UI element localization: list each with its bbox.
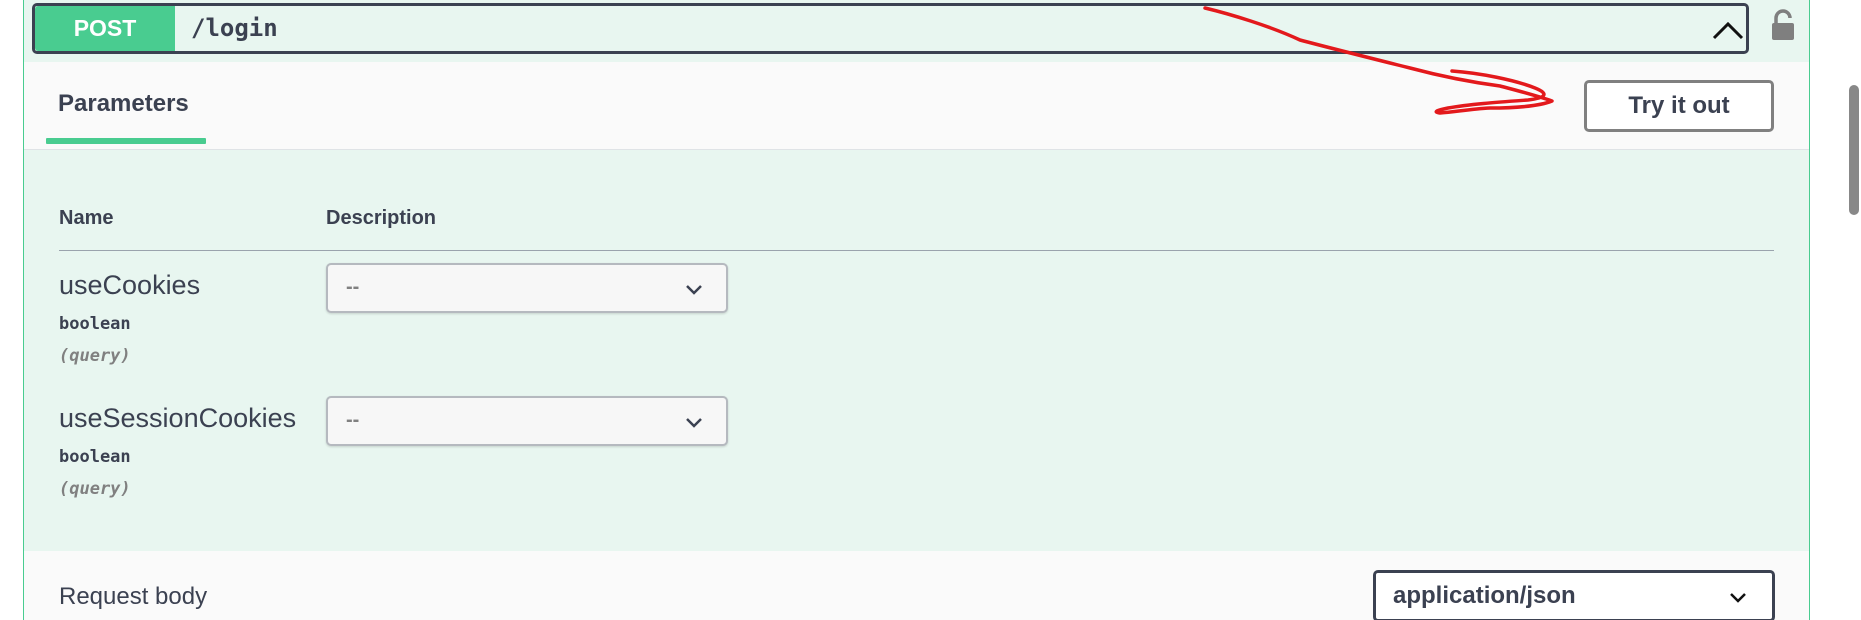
tab-parameters[interactable]: Parameters: [46, 62, 201, 146]
parameter-location: (query): [59, 479, 131, 499]
chevron-down-icon: [686, 418, 702, 428]
parameter-name: useSessionCookies: [59, 403, 297, 433]
parameter-type: boolean: [59, 447, 131, 467]
scrollbar-thumb[interactable]: [1849, 85, 1859, 215]
request-body-label: Request body: [59, 583, 208, 610]
table-row: useCookies boolean (query) --: [59, 263, 1774, 390]
http-method-badge: POST: [35, 6, 175, 51]
chevron-down-icon: [1730, 593, 1746, 603]
parameters-section-header: Parameters: [24, 62, 1809, 150]
select-value: --: [346, 409, 360, 431]
parameter-type: boolean: [59, 314, 131, 334]
endpoint-path: /login: [191, 14, 278, 42]
table-row: useSessionCookies boolean (query) --: [59, 396, 1774, 523]
header-divider: [59, 250, 1774, 251]
select-value: --: [346, 276, 360, 298]
page-scrollbar[interactable]: [1844, 0, 1861, 620]
active-tab-indicator: [46, 138, 206, 144]
tab-parameters-label: Parameters: [58, 90, 189, 117]
use-cookies-select[interactable]: --: [326, 263, 728, 313]
operation-summary[interactable]: POST /login: [32, 3, 1749, 54]
content-type-select[interactable]: application/json: [1373, 570, 1775, 620]
use-session-cookies-select[interactable]: --: [326, 396, 728, 446]
column-header-description: Description: [326, 207, 437, 229]
column-header-name: Name: [59, 207, 114, 229]
lock-open-icon[interactable]: [1768, 9, 1798, 41]
parameter-name: useCookies: [59, 270, 201, 300]
chevron-up-icon[interactable]: [1710, 14, 1746, 44]
chevron-down-icon: [686, 285, 702, 295]
content-type-value: application/json: [1393, 582, 1576, 609]
parameter-location: (query): [59, 346, 131, 366]
try-it-out-button[interactable]: Try it out: [1584, 80, 1774, 132]
